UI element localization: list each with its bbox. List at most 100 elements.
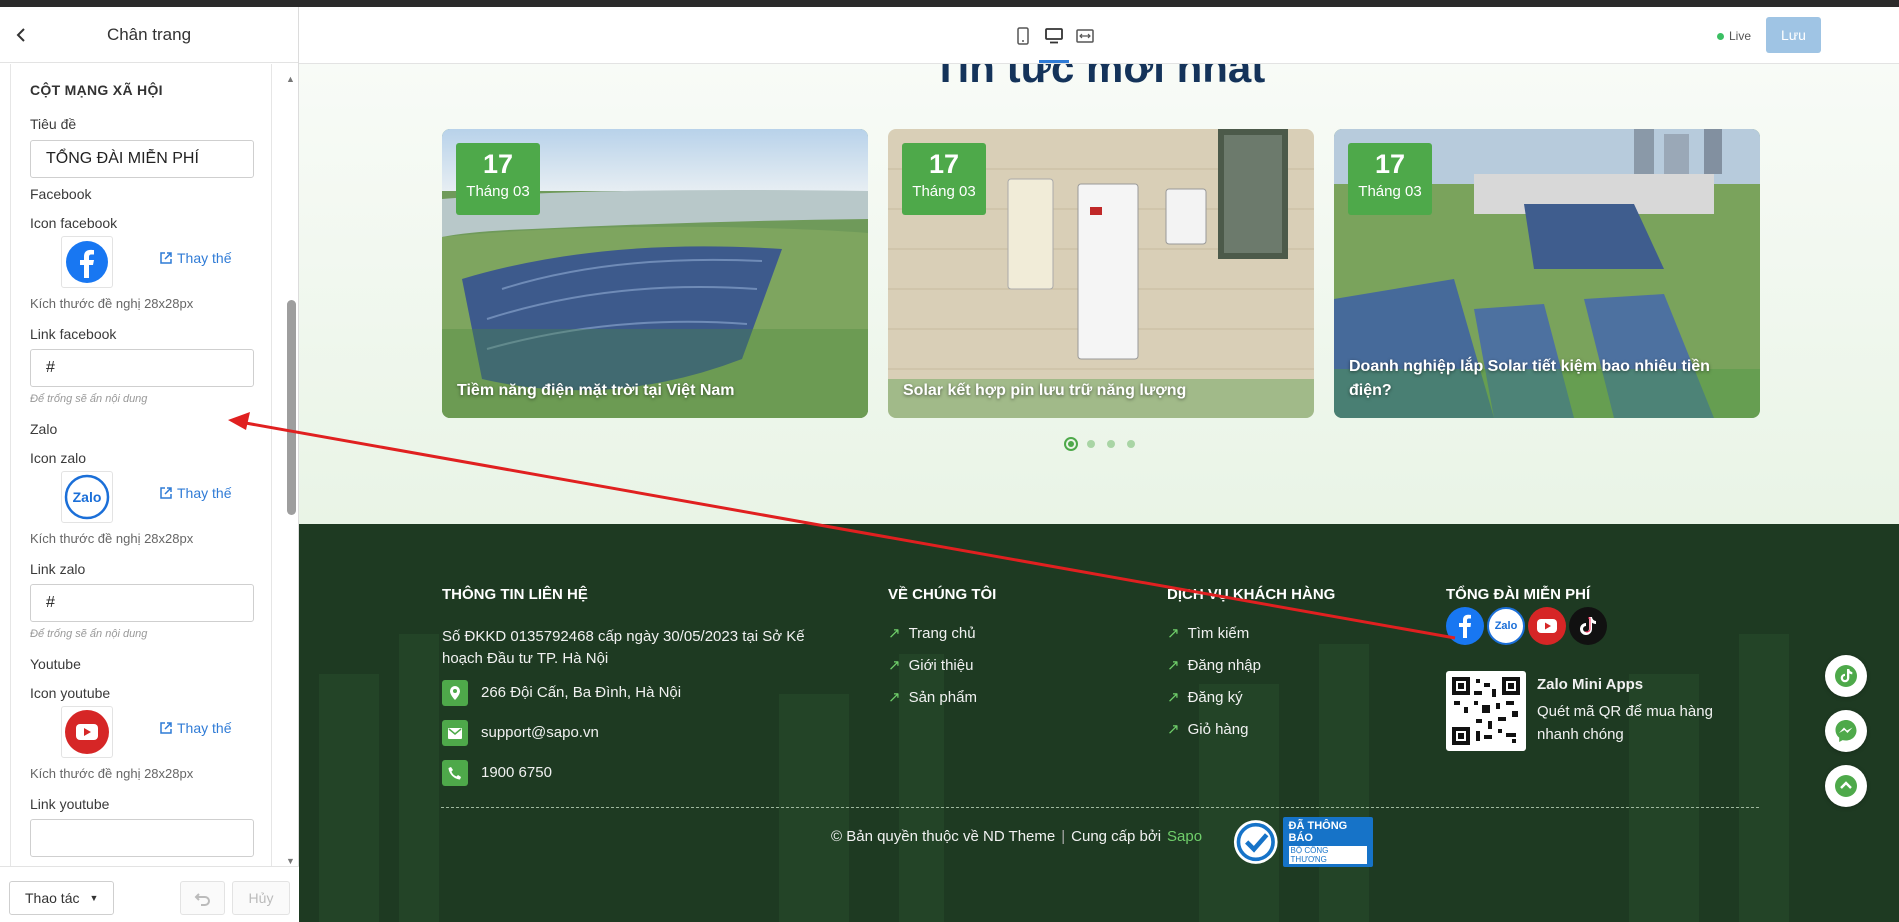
footer-link-cart[interactable]: ↗ Giỏ hàng: [1167, 720, 1249, 739]
news-day: 17: [928, 149, 960, 179]
icon-zalo-label: Icon zalo: [30, 450, 87, 466]
link-zalo-input[interactable]: #: [30, 584, 254, 622]
news-month: Tháng 03: [1358, 183, 1422, 200]
footer-link-register[interactable]: ↗ Đăng ký: [1167, 688, 1243, 707]
link-youtube-input[interactable]: [30, 819, 254, 857]
bct-line2: BỘ CÔNG THƯƠNG: [1288, 846, 1367, 864]
live-dot-icon: [1717, 32, 1724, 40]
news-card-title[interactable]: Doanh nghiệp lắp Solar tiết kiệm bao nhi…: [1349, 355, 1745, 403]
location-pin-icon: [442, 680, 468, 706]
replace-facebook-icon-button[interactable]: Thay thế: [159, 250, 231, 266]
link-zalo-label: Link zalo: [30, 561, 86, 577]
hotline-heading: TỔNG ĐÀI MIỄN PHÍ: [1446, 586, 1591, 603]
title-input[interactable]: TỔNG ĐÀI MIỄN PHÍ: [30, 140, 254, 178]
tiktok-icon[interactable]: [1569, 607, 1607, 645]
expand-width-icon: [1076, 29, 1094, 43]
arrow-up-right-icon: ↗: [1167, 657, 1180, 674]
carousel-dot-active[interactable]: [1064, 437, 1078, 451]
news-card[interactable]: 17 Tháng 03 Doanh nghiệp lắp Solar tiết …: [1334, 129, 1760, 418]
footer-link-products[interactable]: ↗ Sản phẩm: [888, 688, 977, 707]
actions-dropdown[interactable]: Thao tác ▼: [9, 881, 114, 915]
scroll-down-arrow-icon[interactable]: ▼: [286, 856, 295, 866]
back-to-top-button[interactable]: [1825, 765, 1867, 807]
replace-label: Thay thế: [177, 485, 232, 501]
link-label: Đăng nhập: [1187, 656, 1261, 674]
service-heading: DỊCH VỤ KHÁCH HÀNG: [1167, 586, 1336, 603]
footer-link-search[interactable]: ↗ Tìm kiếm: [1167, 624, 1250, 643]
panel-scroll-area[interactable]: CỘT MẠNG XÃ HỘI Tiêu đề TỔNG ĐÀI MIỄN PH…: [10, 64, 272, 866]
desktop-icon: [1045, 28, 1063, 44]
size-hint: Kích thước đề nghị 28x28px: [30, 531, 194, 546]
section-title: CỘT MẠNG XÃ HỘI: [30, 82, 163, 98]
scrollbar-thumb[interactable]: [287, 300, 296, 515]
zalo-mini-apps-title: Zalo Mini Apps: [1537, 676, 1644, 693]
panel-title: Chân trang: [106, 25, 192, 44]
desktop-view-button[interactable]: [1043, 25, 1065, 47]
link-facebook-input[interactable]: #: [30, 349, 254, 387]
bo-cong-thuong-badge[interactable]: ĐÃ THÔNG BÁO BỘ CÔNG THƯƠNG: [1233, 816, 1373, 868]
icon-facebook-label: Icon facebook: [30, 215, 118, 231]
empty-hint: Để trống sẽ ẩn nội dung: [30, 393, 148, 405]
size-hint: Kích thước đề nghị 28x28px: [30, 296, 194, 311]
news-card[interactable]: 17 Tháng 03 Tiềm năng điện mặt trời tại …: [442, 129, 868, 418]
news-month: Tháng 03: [466, 183, 530, 200]
save-button[interactable]: Lưu: [1766, 17, 1821, 53]
actions-label: Thao tác: [25, 890, 80, 906]
email-link[interactable]: support@sapo.vn: [481, 724, 599, 741]
mobile-view-button[interactable]: [1012, 25, 1034, 47]
youtube-group-label: Youtube: [30, 656, 81, 672]
footer-link-about[interactable]: ↗ Giới thiệu: [888, 656, 973, 675]
verified-check-icon: [1233, 820, 1278, 864]
carousel-dot[interactable]: [1127, 440, 1135, 448]
phone-link[interactable]: 1900 6750: [481, 764, 552, 781]
scroll-up-arrow-icon[interactable]: ▲: [286, 74, 295, 84]
link-label: Tìm kiếm: [1187, 624, 1250, 642]
float-messenger-button[interactable]: [1825, 710, 1867, 752]
facebook-group-label: Facebook: [30, 186, 92, 202]
link-youtube-label: Link youtube: [30, 796, 110, 812]
news-section: Tin tức mới nhất 17 Tháng 03 Tiềm năng đ…: [299, 64, 1899, 524]
undo-button[interactable]: [180, 881, 225, 915]
sapo-link[interactable]: Sapo: [1167, 828, 1202, 845]
news-card-title[interactable]: Tiềm năng điện mặt trời tại Việt Nam: [457, 379, 853, 403]
news-card-title[interactable]: Solar kết hợp pin lưu trữ năng lượng: [903, 379, 1299, 403]
panel-footer: Thao tác ▼ Hủy: [0, 866, 299, 922]
contact-heading: THÔNG TIN LIÊN HỆ: [442, 586, 588, 603]
replace-youtube-icon-button[interactable]: Thay thế: [159, 720, 231, 736]
cancel-button[interactable]: Hủy: [232, 881, 290, 915]
undo-icon: [194, 893, 210, 906]
zalo-icon[interactable]: Zalo: [1487, 607, 1525, 645]
float-tiktok-button[interactable]: [1825, 655, 1867, 697]
zalo-icon-preview[interactable]: Zalo: [61, 471, 113, 523]
mail-icon: [442, 720, 468, 746]
youtube-icon-preview[interactable]: [61, 706, 113, 758]
footer-link-login[interactable]: ↗ Đăng nhập: [1167, 656, 1261, 675]
separator: |: [1061, 828, 1066, 845]
empty-hint: Để trống sẽ ẩn nội dung: [30, 628, 148, 640]
zalo-icon: Zalo: [64, 474, 110, 520]
carousel-dot[interactable]: [1107, 440, 1115, 448]
caret-down-icon: ▼: [89, 893, 99, 903]
zalo-mini-apps-description: Quét mã QR để mua hàng nhanh chóng: [1537, 703, 1713, 743]
link-label: Sản phẩm: [908, 688, 977, 706]
arrow-up-right-icon: ↗: [1167, 689, 1180, 706]
news-card[interactable]: 17 Tháng 03 Solar kết hợp pin lưu trữ nă…: [888, 129, 1314, 418]
replace-zalo-icon-button[interactable]: Thay thế: [159, 485, 231, 501]
news-month: Tháng 03: [912, 183, 976, 200]
link-label: Giỏ hàng: [1187, 720, 1249, 738]
youtube-icon[interactable]: [1528, 607, 1566, 645]
footer-link-home[interactable]: ↗ Trang chủ: [888, 624, 976, 643]
bct-line1: ĐÃ THÔNG BÁO: [1288, 820, 1348, 844]
arrow-up-right-icon: ↗: [888, 657, 901, 674]
link-label: Đăng ký: [1187, 688, 1243, 706]
fullscreen-view-button[interactable]: [1074, 25, 1096, 47]
replace-label: Thay thế: [177, 250, 232, 266]
replace-icon: [160, 722, 172, 734]
facebook-icon-preview[interactable]: [61, 236, 113, 288]
arrow-up-right-icon: ↗: [1167, 625, 1180, 642]
news-title: Tin tức mới nhất: [932, 64, 1266, 91]
carousel-dot[interactable]: [1087, 440, 1095, 448]
provided-by-text: Cung cấp bởi: [1071, 828, 1162, 845]
site-preview: Tin tức mới nhất 17 Tháng 03 Tiềm năng đ…: [299, 64, 1899, 922]
facebook-icon[interactable]: [1446, 607, 1484, 645]
